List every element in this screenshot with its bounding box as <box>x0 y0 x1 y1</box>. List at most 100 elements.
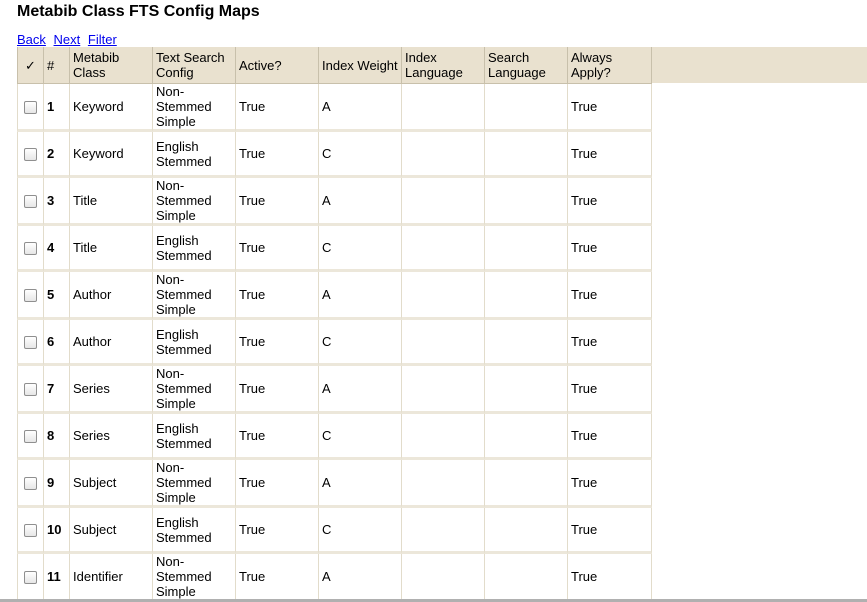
search-language-cell <box>485 132 568 178</box>
index-language-cell <box>402 414 485 460</box>
text-search-config-cell: English Stemmed <box>153 414 236 460</box>
row-select-checkbox[interactable] <box>24 148 37 162</box>
index-weight-cell: A <box>319 460 402 508</box>
row-select-checkbox[interactable] <box>24 571 37 585</box>
table-row[interactable]: 2 Keyword English Stemmed True C True <box>17 132 652 178</box>
index-language-cell <box>402 366 485 414</box>
index-language-cell <box>402 226 485 272</box>
index-language-cell <box>402 132 485 178</box>
metabib-class-cell: Identifier <box>70 554 153 602</box>
index-weight-cell: A <box>319 554 402 602</box>
row-select-cell <box>17 272 44 320</box>
filter-link[interactable]: Filter <box>88 32 117 47</box>
metabib-class-cell: Keyword <box>70 84 153 132</box>
active-cell: True <box>236 508 319 554</box>
row-id: 4 <box>44 226 70 272</box>
always-apply-cell: True <box>568 414 652 460</box>
nav-links: Back Next Filter <box>17 32 121 47</box>
always-apply-cell: True <box>568 132 652 178</box>
text-search-config-cell: Non-Stemmed Simple <box>153 272 236 320</box>
row-select-checkbox[interactable] <box>24 242 37 256</box>
table-row[interactable]: 3 Title Non-Stemmed Simple True A True <box>17 178 652 226</box>
row-id: 2 <box>44 132 70 178</box>
search-language-cell <box>485 414 568 460</box>
row-select-cell <box>17 414 44 460</box>
row-id: 11 <box>44 554 70 602</box>
search-language-cell <box>485 366 568 414</box>
col-header-index-weight[interactable]: Index Weight <box>319 47 402 84</box>
table-row[interactable]: 6 Author English Stemmed True C True <box>17 320 652 366</box>
index-weight-cell: A <box>319 84 402 132</box>
active-cell: True <box>236 84 319 132</box>
row-select-checkbox[interactable] <box>24 430 37 444</box>
table-row[interactable]: 4 Title English Stemmed True C True <box>17 226 652 272</box>
col-header-search-language[interactable]: Search Language <box>485 47 568 84</box>
row-select-cell <box>17 178 44 226</box>
row-select-checkbox[interactable] <box>24 195 37 209</box>
always-apply-cell: True <box>568 178 652 226</box>
active-cell: True <box>236 272 319 320</box>
active-cell: True <box>236 178 319 226</box>
text-search-config-cell: Non-Stemmed Simple <box>153 84 236 132</box>
text-search-config-cell: English Stemmed <box>153 132 236 178</box>
active-cell: True <box>236 132 319 178</box>
col-header-active[interactable]: Active? <box>236 47 319 84</box>
text-search-config-cell: English Stemmed <box>153 226 236 272</box>
back-link[interactable]: Back <box>17 32 46 47</box>
text-search-config-cell: English Stemmed <box>153 508 236 554</box>
header-band <box>651 47 867 83</box>
metabib-class-cell: Subject <box>70 508 153 554</box>
text-search-config-cell: Non-Stemmed Simple <box>153 554 236 602</box>
row-select-checkbox[interactable] <box>24 101 37 115</box>
index-weight-cell: A <box>319 178 402 226</box>
active-cell: True <box>236 366 319 414</box>
row-select-cell <box>17 460 44 508</box>
index-weight-cell: A <box>319 366 402 414</box>
index-language-cell <box>402 320 485 366</box>
row-select-checkbox[interactable] <box>24 524 37 538</box>
col-header-id[interactable]: # <box>44 47 70 84</box>
table-row[interactable]: 11 Identifier Non-Stemmed Simple True A True <box>17 554 652 602</box>
table-row[interactable]: 8 Series English Stemmed True C True <box>17 414 652 460</box>
row-select-checkbox[interactable] <box>24 336 37 350</box>
col-header-text-search-config[interactable]: Text Search Config <box>153 47 236 84</box>
table-row[interactable]: 7 Series Non-Stemmed Simple True A True <box>17 366 652 414</box>
page-title: Metabib Class FTS Config Maps <box>17 3 260 20</box>
col-header-metabib-class[interactable]: Metabib Class <box>70 47 153 84</box>
search-language-cell <box>485 226 568 272</box>
always-apply-cell: True <box>568 366 652 414</box>
row-select-checkbox[interactable] <box>24 383 37 397</box>
table-row[interactable]: 10 Subject English Stemmed True C True <box>17 508 652 554</box>
search-language-cell <box>485 178 568 226</box>
row-select-cell <box>17 226 44 272</box>
config-maps-table: ✓ # Metabib Class Text Search Config Act… <box>17 47 652 602</box>
col-header-index-language[interactable]: Index Language <box>402 47 485 84</box>
text-search-config-cell: Non-Stemmed Simple <box>153 460 236 508</box>
table-row[interactable]: 1 Keyword Non-Stemmed Simple True A True <box>17 84 652 132</box>
row-select-checkbox[interactable] <box>24 289 37 303</box>
col-header-always-apply[interactable]: Always Apply? <box>568 47 652 84</box>
row-select-cell <box>17 366 44 414</box>
table-row[interactable]: 5 Author Non-Stemmed Simple True A True <box>17 272 652 320</box>
row-id: 8 <box>44 414 70 460</box>
search-language-cell <box>485 508 568 554</box>
metabib-class-cell: Author <box>70 320 153 366</box>
metabib-class-cell: Series <box>70 366 153 414</box>
active-cell: True <box>236 320 319 366</box>
table-row[interactable]: 9 Subject Non-Stemmed Simple True A True <box>17 460 652 508</box>
row-id: 9 <box>44 460 70 508</box>
search-language-cell <box>485 554 568 602</box>
always-apply-cell: True <box>568 84 652 132</box>
active-cell: True <box>236 226 319 272</box>
search-language-cell <box>485 84 568 132</box>
select-all-header[interactable]: ✓ <box>17 47 44 84</box>
row-select-cell <box>17 554 44 602</box>
index-language-cell <box>402 272 485 320</box>
active-cell: True <box>236 554 319 602</box>
metabib-class-cell: Title <box>70 226 153 272</box>
index-weight-cell: A <box>319 272 402 320</box>
always-apply-cell: True <box>568 272 652 320</box>
index-language-cell <box>402 178 485 226</box>
next-link[interactable]: Next <box>54 32 81 47</box>
row-select-checkbox[interactable] <box>24 477 37 491</box>
